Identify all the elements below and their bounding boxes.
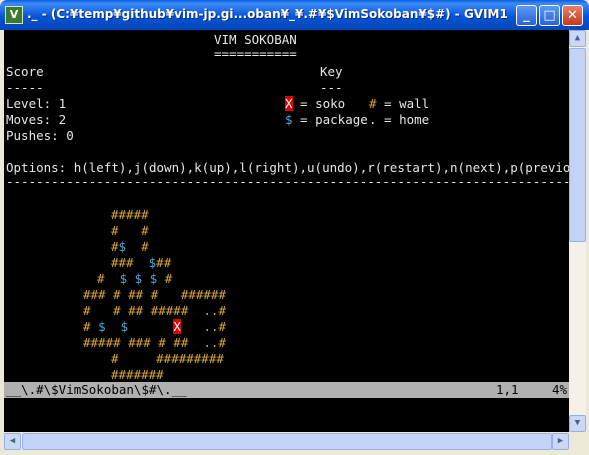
key-rule: --- — [320, 80, 343, 95]
maximize-button[interactable]: □ — [539, 5, 560, 26]
board-row: ### # ## # ###### — [83, 287, 226, 302]
vertical-scrollbar[interactable]: ▲ ▼ — [569, 30, 586, 432]
minimize-button[interactable]: _ — [516, 5, 537, 26]
home-symbol: . — [369, 112, 377, 127]
scroll-percent: 4% — [552, 382, 568, 397]
key-soko: X = soko — [285, 96, 345, 112]
wall-tile: # — [157, 271, 173, 286]
separator-line: ----------------------------------------… — [6, 174, 569, 189]
wall-label: = wall — [376, 96, 430, 111]
key-home: . = home — [369, 112, 429, 128]
home-label: = home — [376, 112, 430, 127]
scroll-right-icon[interactable]: ▶ — [552, 433, 569, 450]
close-button[interactable]: ✕ — [562, 5, 583, 26]
editor-area[interactable]: VIM SOKOBAN =========== Score ----- Leve… — [4, 30, 569, 432]
window-title: ._ - (C:¥temp¥github¥vim-jp.gi...oban¥_¥… — [27, 7, 507, 21]
cursor-position: 1,1 — [496, 382, 519, 397]
title-underline: =========== — [214, 46, 297, 61]
scroll-down-icon[interactable]: ▼ — [569, 415, 586, 432]
board-row: # $ $ $ # — [97, 271, 172, 287]
wall-tile: # — [97, 271, 120, 286]
title-bar[interactable]: V ._ - (C:¥temp¥github¥vim-jp.gi...oban¥… — [0, 0, 589, 30]
board-row: # ######### — [111, 351, 224, 366]
package-symbol: $ — [285, 112, 293, 127]
key-heading: Key — [320, 64, 343, 79]
scroll-left-icon[interactable]: ◀ — [4, 433, 21, 450]
pushes-text: Pushes: 0 — [6, 128, 74, 143]
wall-tile: # — [83, 319, 99, 334]
score-rule: ----- — [6, 80, 44, 95]
board-row: ####### — [111, 367, 164, 382]
status-line: __\.#\$VimSokoban\$#\.__ 1,1 4% — [4, 382, 569, 398]
status-filename: __\.#\$VimSokoban\$#\.__ — [6, 382, 187, 397]
scroll-up-icon[interactable]: ▲ — [569, 30, 586, 47]
board-row: # # — [111, 223, 149, 238]
vim-app-icon[interactable]: V — [5, 6, 23, 24]
soko-symbol: X — [285, 96, 293, 111]
wall-tile: ## — [156, 255, 172, 270]
key-package: $ = package — [285, 112, 368, 128]
board-row: ##### ### # ## ..# — [83, 335, 226, 350]
wall-tile: # — [111, 239, 119, 254]
wall-tile: ### — [111, 255, 149, 270]
score-heading: Score — [6, 64, 44, 79]
home-tiles: ..# — [180, 319, 227, 334]
soko-label: = soko — [292, 96, 346, 111]
moves-text: Moves: 2 — [6, 112, 67, 127]
board-row: #$ # — [111, 239, 149, 255]
board-row: # $ $ X ..# — [83, 319, 226, 335]
package-tile: $ — [98, 319, 106, 334]
floor-tile — [106, 319, 121, 334]
package-tile: $ — [119, 271, 128, 286]
soko-player: X — [173, 319, 181, 334]
board-row: # # ## ##### ..# — [83, 303, 226, 318]
board-row: ### $## — [111, 255, 171, 271]
floor-tile — [127, 271, 135, 286]
floor-tile — [142, 271, 150, 286]
scrollbar-corner — [569, 433, 586, 450]
package-label: = package — [292, 112, 368, 127]
horizontal-scrollbar[interactable]: ◀ ▶ — [4, 433, 569, 450]
key-wall: # = wall — [369, 96, 429, 112]
vertical-scroll-thumb[interactable] — [569, 48, 586, 242]
board-row: ##### — [111, 207, 149, 222]
level-text: Level: 1 — [6, 96, 67, 111]
floor-tile — [128, 319, 173, 334]
gvim-window: V ._ - (C:¥temp¥github¥vim-jp.gi...oban¥… — [0, 0, 589, 455]
wall-symbol: # — [369, 96, 377, 111]
wall-tile: # — [126, 239, 149, 254]
horizontal-scroll-thumb[interactable] — [22, 433, 552, 450]
package-tile: $ — [118, 239, 127, 254]
